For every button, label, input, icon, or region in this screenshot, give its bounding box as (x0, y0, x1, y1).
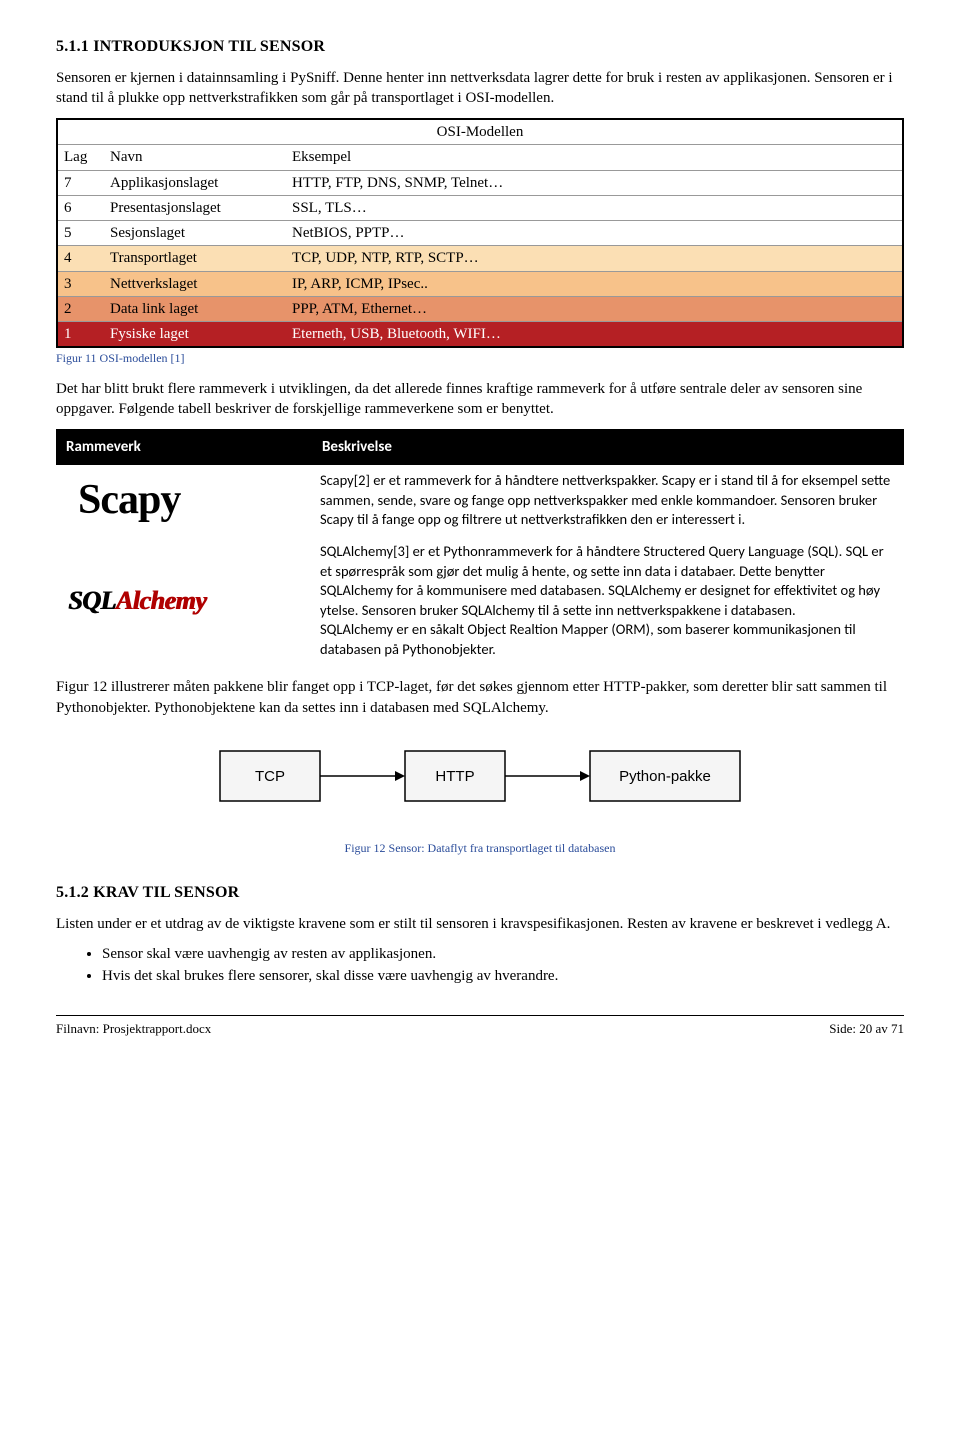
osi-header-lag: Lag (57, 145, 104, 170)
section-number: 5.1.1 (56, 38, 89, 55)
after-osi-paragraph: Det har blitt brukt flere rammeverk i ut… (56, 379, 904, 420)
footer-page: Side: 20 av 71 (829, 1020, 904, 1038)
table-row: 4 Transportlaget TCP, UDP, NTP, RTP, SCT… (57, 246, 903, 271)
footer-filename: Filnavn: Prosjektrapport.docx (56, 1020, 211, 1038)
osi-caption: Figur 11 OSI-modellen [1] (56, 350, 904, 366)
osi-header-eksempel: Eksempel (286, 145, 903, 170)
section-number-2: 5.1.2 (56, 884, 89, 901)
frameworks-header-rammeverk: Rammeverk (56, 429, 312, 465)
scapy-logo-cell: Scapy (56, 465, 312, 536)
krav-paragraph: Listen under er et utdrag av de viktigst… (56, 914, 904, 934)
osi-header-navn: Navn (104, 145, 286, 170)
after-frameworks-paragraph: Figur 12 illustrerer måten pakkene blir … (56, 677, 904, 718)
table-row: 6 Presentasjonslaget SSL, TLS… (57, 195, 903, 220)
frameworks-header-beskrivelse: Beskrivelse (312, 429, 904, 465)
sqlalchemy-logo: SQLAlchemy (64, 583, 206, 618)
dataflow-diagram: TCP HTTP Python-pakke (56, 736, 904, 822)
frameworks-table: Rammeverk Beskrivelse Scapy Scapy[2] er … (56, 429, 904, 665)
osi-table: OSI-Modellen Lag Navn Eksempel 7 Applika… (56, 118, 904, 348)
table-row: 7 Applikasjonslaget HTTP, FTP, DNS, SNMP… (57, 170, 903, 195)
sqlalchemy-desc: SQLAlchemy[3] er et Pythonrammeverk for … (312, 536, 904, 665)
list-item: Hvis det skal brukes flere sensorer, ska… (102, 966, 904, 986)
table-row: 3 Nettverkslaget IP, ARP, ICMP, IPsec.. (57, 271, 903, 296)
diagram-box-http: HTTP (435, 768, 474, 785)
list-item: Sensor skal være uavhengig av resten av … (102, 944, 904, 964)
page-footer: Filnavn: Prosjektrapport.docx Side: 20 a… (56, 1015, 904, 1038)
osi-title: OSI-Modellen (57, 119, 903, 145)
intro-paragraph: Sensoren er kjernen i datainnsamling i P… (56, 68, 904, 109)
sqlalchemy-logo-cell: SQLAlchemy (56, 536, 312, 665)
table-row: Scapy Scapy[2] er et rammeverk for å hån… (56, 465, 904, 536)
diagram-box-python: Python-pakke (619, 768, 711, 785)
section-heading-intro: 5.1.1 INTRODUKSJON TIL SENSOR (56, 36, 904, 58)
table-row: SQLAlchemy SQLAlchemy[3] er et Pythonram… (56, 536, 904, 665)
krav-bullets: Sensor skal være uavhengig av resten av … (56, 944, 904, 987)
scapy-desc: Scapy[2] er et rammeverk for å håndtere … (312, 465, 904, 536)
scapy-logo: Scapy (64, 472, 180, 529)
diagram-box-tcp: TCP (255, 768, 285, 785)
diagram-caption: Figur 12 Sensor: Dataflyt fra transportl… (56, 840, 904, 856)
osi-header-row: Lag Navn Eksempel (57, 145, 903, 170)
table-row: 1 Fysiske laget Eterneth, USB, Bluetooth… (57, 322, 903, 348)
section-heading-krav: 5.1.2 KRAV TIL SENSOR (56, 882, 904, 904)
table-row: 5 Sesjonslaget NetBIOS, PPTP… (57, 221, 903, 246)
table-row: 2 Data link laget PPP, ATM, Ethernet… (57, 296, 903, 321)
